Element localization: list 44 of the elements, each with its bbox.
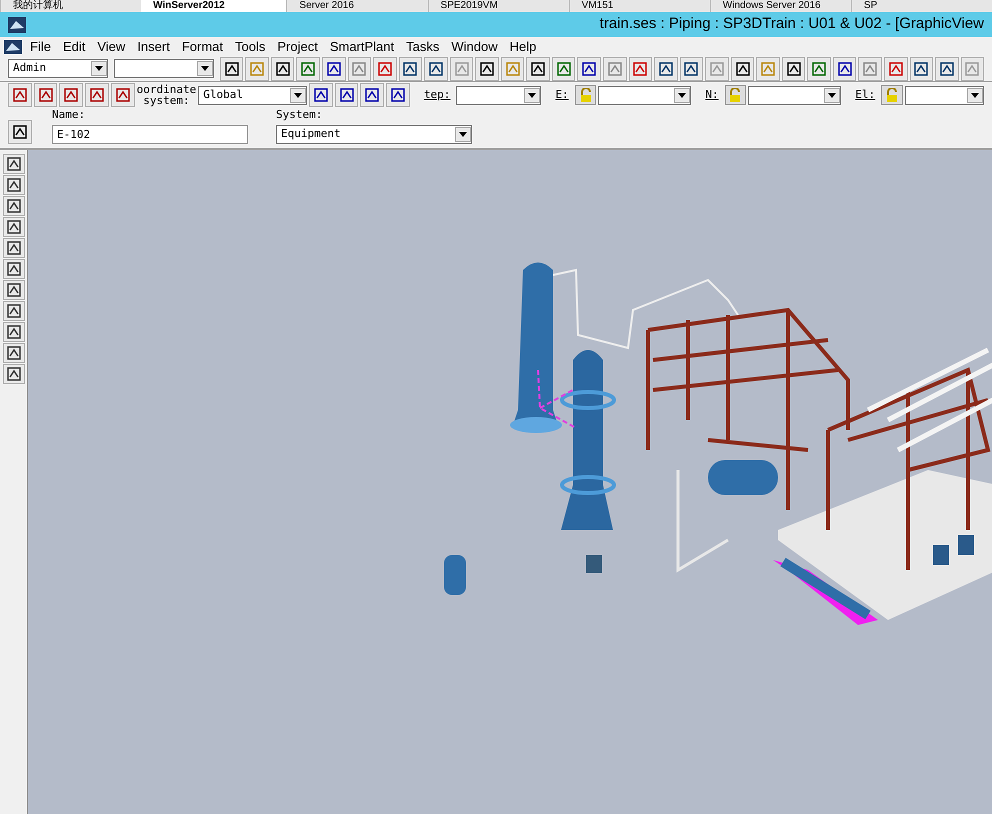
menu-item[interactable]: View [93,36,130,56]
menu-item[interactable]: Format [178,36,227,56]
name-field[interactable]: E-102 [52,125,248,144]
field-label: El: [855,86,876,103]
menu-item[interactable]: Tasks [402,36,444,56]
field-label: Name: [52,106,86,122]
menu-item[interactable]: File [26,36,55,56]
graphic-view-canvas[interactable] [28,150,992,814]
menu-item[interactable]: Tools [231,36,270,56]
padlock-icon[interactable] [881,85,903,105]
field-label: E: [555,86,569,103]
filter-dropdown[interactable] [114,59,214,78]
coordinate-system-dropdown[interactable]: Global [198,86,307,104]
menu-item[interactable]: Edit [58,36,90,56]
host-tab[interactable]: SPE2019VM [428,0,569,12]
coordinate-dropdown[interactable] [456,86,542,104]
host-tab[interactable]: SP [850,0,992,12]
app-logo-icon [8,16,26,32]
host-tab[interactable]: WinServer2012 [141,0,286,12]
padlock-icon[interactable] [724,85,746,105]
coordinate-dropdown[interactable] [748,86,842,104]
host-tab[interactable]: Windows Server 2016 [710,0,851,12]
window-title: train.ses : Piping : SP3DTrain : U01 & U02 - [GraphicView [600,14,984,34]
combo-value: Global [202,86,244,103]
role-dropdown[interactable]: Admin [8,59,108,78]
menu-item[interactable]: Insert [133,36,174,56]
app-logo-icon [4,40,22,54]
field-label: System: [276,106,324,122]
coordinate-dropdown[interactable] [904,86,984,104]
host-tab[interactable]: VM151 [568,0,710,12]
host-tab[interactable]: 我的计算机 [0,0,142,12]
field-label: tep: [424,86,450,103]
menu-item[interactable]: Help [506,36,540,56]
coordinate-dropdown[interactable] [598,86,692,104]
system-dropdown[interactable]: Equipment [276,125,472,144]
host-tab[interactable]: Server 2016 [286,0,428,12]
combo-value: Admin [12,60,48,76]
coordinate-system-label: oordinate system: [136,84,196,106]
menu-item[interactable]: SmartPlant [326,36,398,56]
menu-item[interactable]: Project [273,36,322,56]
combo-value: Equipment [280,126,342,142]
field-label: N: [705,86,719,103]
menu-item[interactable]: Window [447,36,502,56]
padlock-icon[interactable] [574,85,596,105]
